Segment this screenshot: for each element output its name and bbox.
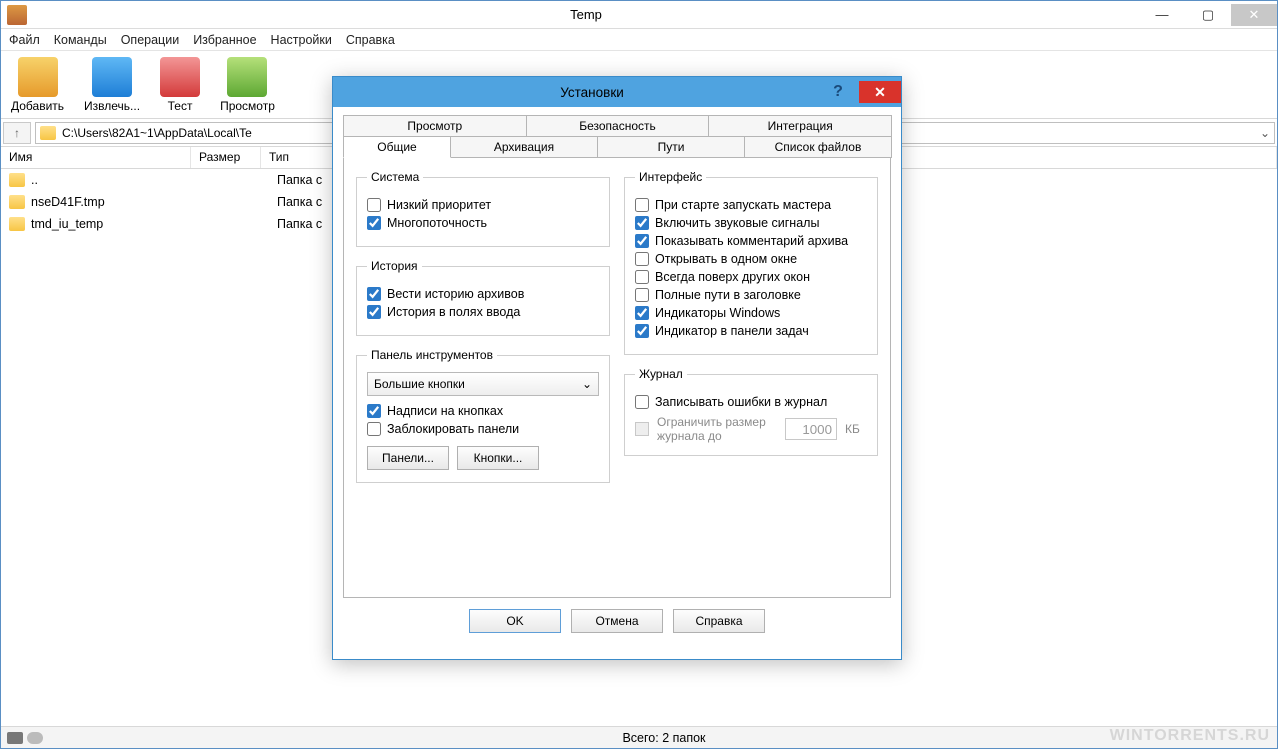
toolbar-view[interactable]: Просмотр [220, 57, 275, 113]
chk-full-paths[interactable]: Полные пути в заголовке [635, 288, 867, 302]
folder-icon [9, 195, 25, 209]
tab-view[interactable]: Просмотр [343, 115, 527, 137]
chk-taskbar-indicator[interactable]: Индикатор в панели задач [635, 324, 867, 338]
toolbar-add[interactable]: Добавить [11, 57, 64, 113]
log-limit-input [785, 418, 837, 440]
nav-up-button[interactable]: ↑ [3, 122, 31, 144]
folder-icon [9, 173, 25, 187]
view-icon [227, 57, 267, 97]
tab-security[interactable]: Безопасность [526, 115, 710, 137]
watermark: WINTORRENTS.RU [1110, 727, 1270, 745]
chk-low-priority[interactable]: Низкий приоритет [367, 198, 599, 212]
chk-show-comment[interactable]: Показывать комментарий архива [635, 234, 867, 248]
log-limit-row: Ограничить размер журнала до КБ [635, 415, 867, 443]
group-interface: Интерфейс При старте запускать мастера В… [624, 170, 878, 355]
titlebar: Temp — ▢ ✕ [1, 1, 1277, 29]
status-icon [27, 732, 43, 744]
menu-favorites[interactable]: Избранное [193, 33, 256, 47]
ok-button[interactable]: OK [469, 609, 561, 633]
chk-log-errors[interactable]: Записывать ошибки в журнал [635, 395, 867, 409]
chk-sound[interactable]: Включить звуковые сигналы [635, 216, 867, 230]
col-size[interactable]: Размер [191, 147, 261, 168]
status-icon [7, 732, 23, 744]
chk-always-on-top[interactable]: Всегда поверх других окон [635, 270, 867, 284]
tab-general[interactable]: Общие [343, 136, 451, 158]
chk-log-limit [635, 422, 649, 436]
chk-win-indicators[interactable]: Индикаторы Windows [635, 306, 867, 320]
menu-file[interactable]: Файл [9, 33, 40, 47]
winrar-icon [7, 5, 27, 25]
tab-content: Система Низкий приоритет Многопоточность… [343, 158, 891, 598]
extract-icon [92, 57, 132, 97]
group-history: История Вести историю архивов История в … [356, 259, 610, 336]
chk-archive-history[interactable]: Вести историю архивов [367, 287, 599, 301]
close-button[interactable]: ✕ [1231, 4, 1277, 26]
path-text: C:\Users\82A1~1\AppData\Local\Te [62, 126, 252, 140]
menu-help[interactable]: Справка [346, 33, 395, 47]
statusbar: Всего: 2 папок [1, 726, 1277, 748]
cancel-button[interactable]: Отмена [571, 609, 663, 633]
dialog-help-button[interactable]: ? [817, 81, 859, 103]
chk-multithreading[interactable]: Многопоточность [367, 216, 599, 230]
window-title: Temp [33, 7, 1139, 22]
menu-settings[interactable]: Настройки [271, 33, 332, 47]
dialog-close-button[interactable]: ✕ [859, 81, 901, 103]
help-button[interactable]: Справка [673, 609, 765, 633]
test-icon [160, 57, 200, 97]
menu-operations[interactable]: Операции [121, 33, 179, 47]
maximize-button[interactable]: ▢ [1185, 4, 1231, 26]
tab-integration[interactable]: Интеграция [708, 115, 892, 137]
status-text: Всего: 2 папок [51, 731, 1277, 745]
chevron-down-icon: ⌄ [582, 377, 592, 391]
col-name[interactable]: Имя [1, 147, 191, 168]
dialog-title: Установки [367, 85, 817, 100]
chk-single-window[interactable]: Открывать в одном окне [635, 252, 867, 266]
path-dropdown-icon[interactable]: ⌄ [1260, 126, 1270, 140]
group-log: Журнал Записывать ошибки в журнал Ограни… [624, 367, 878, 456]
minimize-button[interactable]: — [1139, 4, 1185, 26]
add-icon [18, 57, 58, 97]
btn-buttons[interactable]: Кнопки... [457, 446, 539, 470]
chk-lock-panels[interactable]: Заблокировать панели [367, 422, 599, 436]
folder-icon [40, 126, 56, 140]
chk-captions[interactable]: Надписи на кнопках [367, 404, 599, 418]
btn-panels[interactable]: Панели... [367, 446, 449, 470]
menubar: Файл Команды Операции Избранное Настройк… [1, 29, 1277, 51]
chk-start-wizard[interactable]: При старте запускать мастера [635, 198, 867, 212]
winrar-icon [341, 83, 359, 101]
dialog-buttons: OK Отмена Справка [333, 598, 901, 644]
menu-commands[interactable]: Команды [54, 33, 107, 47]
folder-icon [9, 217, 25, 231]
tab-paths[interactable]: Пути [597, 136, 745, 158]
group-toolbar: Панель инструментов Большие кнопки⌄ Надп… [356, 348, 610, 483]
toolbar-test[interactable]: Тест [160, 57, 200, 113]
chk-input-history[interactable]: История в полях ввода [367, 305, 599, 319]
toolbar-extract[interactable]: Извлечь... [84, 57, 140, 113]
toolbar-size-select[interactable]: Большие кнопки⌄ [367, 372, 599, 396]
dialog-titlebar: Установки ? ✕ [333, 77, 901, 107]
settings-dialog: Установки ? ✕ Просмотр Безопасность Инте… [332, 76, 902, 660]
group-system: Система Низкий приоритет Многопоточность [356, 170, 610, 247]
tab-filelist[interactable]: Список файлов [744, 136, 892, 158]
tab-archiving[interactable]: Архивация [450, 136, 598, 158]
